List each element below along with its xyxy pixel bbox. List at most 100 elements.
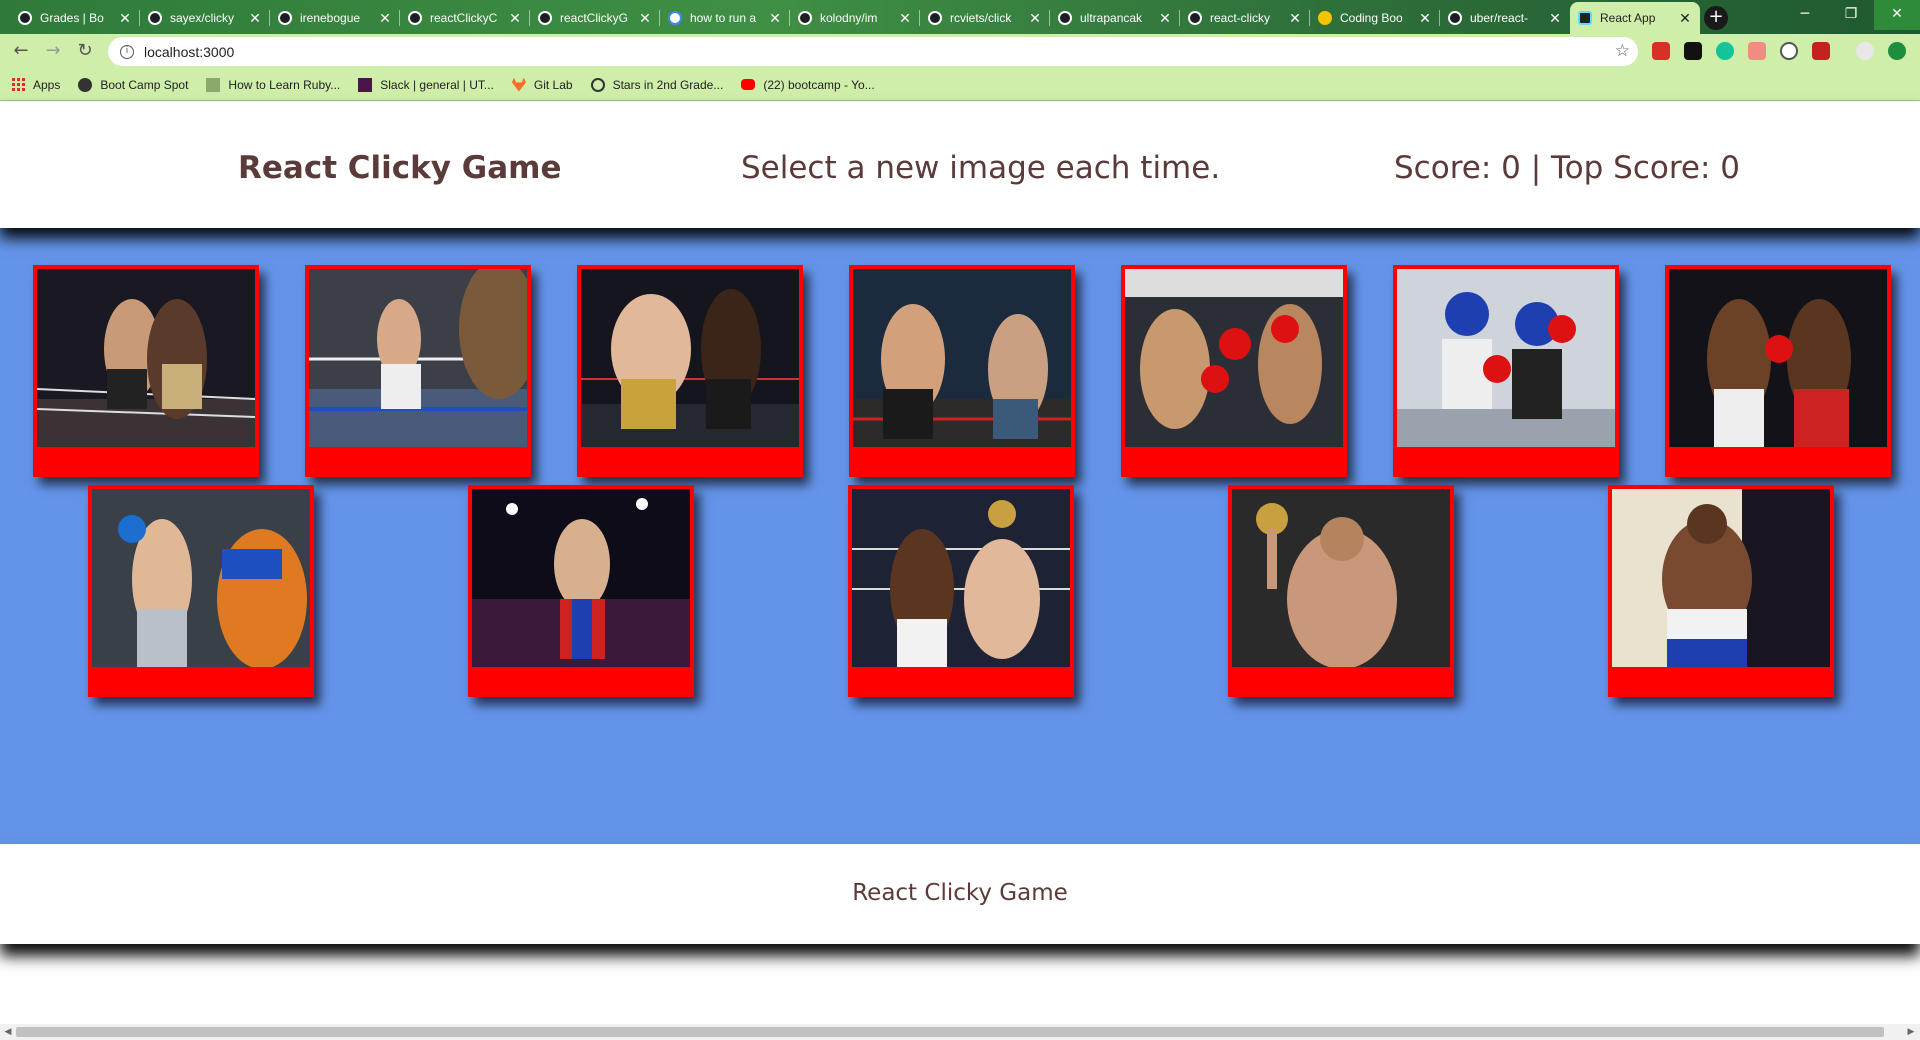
- close-icon[interactable]: ✕: [1028, 10, 1042, 27]
- close-icon[interactable]: ✕: [768, 10, 782, 27]
- close-icon[interactable]: ✕: [1548, 10, 1562, 27]
- extension-icon[interactable]: [1780, 42, 1798, 60]
- bookmark-item[interactable]: Slack | general | UT...: [358, 77, 494, 92]
- close-icon[interactable]: ✕: [1288, 10, 1302, 27]
- browser-tab-active[interactable]: React App ✕: [1570, 2, 1700, 34]
- image-card[interactable]: [88, 485, 314, 697]
- scroll-right-icon[interactable]: ▶: [1904, 1026, 1918, 1038]
- close-icon[interactable]: ✕: [1678, 10, 1692, 27]
- app-brand[interactable]: React Clicky Game: [238, 150, 562, 186]
- boxer-image: [1125, 269, 1343, 447]
- browser-tab[interactable]: ultrapancak ✕: [1050, 2, 1180, 34]
- image-card[interactable]: [1665, 265, 1891, 477]
- github-icon: [928, 11, 942, 25]
- image-card[interactable]: [305, 265, 531, 477]
- adblock-icon[interactable]: [1652, 42, 1670, 60]
- close-icon[interactable]: ✕: [248, 10, 262, 27]
- react-icon: [1578, 11, 1592, 25]
- image-card[interactable]: [468, 485, 694, 697]
- browser-tab[interactable]: sayex/clicky ✕: [140, 2, 270, 34]
- bookmarks-bar: Apps Boot Camp Spot How to Learn Ruby...…: [0, 69, 1920, 101]
- scroll-left-icon[interactable]: ◀: [1, 1026, 15, 1038]
- boxer-image: [92, 489, 310, 667]
- grammarly-icon[interactable]: [1716, 42, 1734, 60]
- browser-tab[interactable]: reactClickyC ✕: [400, 2, 530, 34]
- browser-tab[interactable]: uber/react- ✕: [1440, 2, 1570, 34]
- forward-arrow-icon[interactable]: →: [40, 39, 66, 65]
- tab-title: Coding Boo: [1340, 11, 1403, 25]
- browser-tab[interactable]: irenebogue ✕: [270, 2, 400, 34]
- slack-icon: [358, 77, 373, 92]
- bookmark-label: Boot Camp Spot: [100, 77, 189, 92]
- close-icon[interactable]: ✕: [118, 10, 132, 27]
- bookmark-item[interactable]: How to Learn Ruby...: [206, 77, 340, 92]
- scrollbar-thumb[interactable]: [16, 1027, 1884, 1037]
- new-tab-button[interactable]: +: [1704, 6, 1728, 30]
- close-icon[interactable]: ✕: [1158, 10, 1172, 27]
- extension-icon[interactable]: [1748, 42, 1766, 60]
- bookmark-item[interactable]: Boot Camp Spot: [78, 77, 189, 92]
- profile-avatar-icon[interactable]: [1856, 42, 1874, 60]
- boxer-image: [309, 269, 527, 447]
- star-icon[interactable]: ☆: [1615, 41, 1630, 61]
- image-card[interactable]: [1393, 265, 1619, 477]
- browser-tab-strip: Grades | Bo ✕ sayex/clicky ✕ irenebogue …: [0, 0, 1920, 34]
- restore-icon[interactable]: ❐: [1828, 0, 1874, 30]
- github-icon: [1058, 11, 1072, 25]
- image-card[interactable]: [1121, 265, 1347, 477]
- github-icon: [538, 11, 552, 25]
- app-navbar: React Clicky Game Select a new image eac…: [0, 102, 1920, 228]
- close-icon[interactable]: ✕: [378, 10, 392, 27]
- image-card[interactable]: [848, 485, 1074, 697]
- close-icon[interactable]: ✕: [508, 10, 522, 27]
- bookmark-item[interactable]: Git Lab: [511, 77, 573, 92]
- image-card[interactable]: [849, 265, 1075, 477]
- image-card[interactable]: [33, 265, 259, 477]
- info-icon[interactable]: i: [120, 44, 134, 59]
- browser-tab[interactable]: reactClickyG ✕: [530, 2, 660, 34]
- address-bar[interactable]: i localhost:3000 ☆: [108, 37, 1638, 66]
- tab-title: ultrapancak: [1080, 11, 1143, 25]
- google-icon: [668, 11, 682, 25]
- globe-icon: [1188, 11, 1202, 25]
- browser-tab[interactable]: how to run a ✕: [660, 2, 790, 34]
- boxer-image: [852, 489, 1070, 667]
- browser-tab[interactable]: react-clicky ✕: [1180, 2, 1310, 34]
- close-icon[interactable]: ✕: [1418, 10, 1432, 27]
- image-card[interactable]: [577, 265, 803, 477]
- bookmark-apps[interactable]: Apps: [12, 78, 60, 92]
- extension-icon[interactable]: [1812, 42, 1830, 60]
- app-footer: React Clicky Game: [0, 844, 1920, 944]
- boxer-image: [1669, 269, 1887, 447]
- horizontal-scrollbar[interactable]: ◀ ▶: [0, 1024, 1920, 1040]
- window-close-icon[interactable]: ✕: [1874, 0, 1920, 30]
- url-text: localhost:3000: [144, 43, 235, 60]
- apps-grid-icon: [12, 78, 25, 91]
- github-icon: [278, 11, 292, 25]
- boxer-image: [1397, 269, 1615, 447]
- browser-tab[interactable]: Coding Boo ✕: [1310, 2, 1440, 34]
- game-message: Select a new image each time.: [741, 150, 1221, 186]
- image-card[interactable]: [1228, 485, 1454, 697]
- image-card[interactable]: [1608, 485, 1834, 697]
- update-icon[interactable]: [1888, 42, 1906, 60]
- boxer-image: [1232, 489, 1450, 667]
- browser-tab[interactable]: rcviets/click ✕: [920, 2, 1050, 34]
- github-icon: [408, 11, 422, 25]
- bookmark-item[interactable]: Stars in 2nd Grade...: [590, 77, 723, 92]
- close-icon[interactable]: ✕: [898, 10, 912, 27]
- bookmark-label: Git Lab: [533, 77, 573, 92]
- close-icon[interactable]: ✕: [638, 10, 652, 27]
- reload-icon[interactable]: ↻: [72, 39, 98, 65]
- bookmark-label: Slack | general | UT...: [380, 77, 494, 92]
- gitlab-icon: [511, 77, 526, 92]
- browser-tab[interactable]: kolodny/im ✕: [790, 2, 920, 34]
- back-arrow-icon[interactable]: ←: [8, 39, 34, 65]
- tab-title: sayex/clicky: [170, 11, 235, 25]
- bookmark-item[interactable]: (22) bootcamp - Yo...: [741, 78, 875, 92]
- extension-icon[interactable]: [1684, 42, 1702, 60]
- bookmark-icon: [206, 77, 221, 92]
- minimize-icon[interactable]: ─: [1782, 0, 1828, 30]
- browser-tab[interactable]: Grades | Bo ✕: [10, 2, 140, 34]
- tab-title: kolodny/im: [820, 11, 878, 25]
